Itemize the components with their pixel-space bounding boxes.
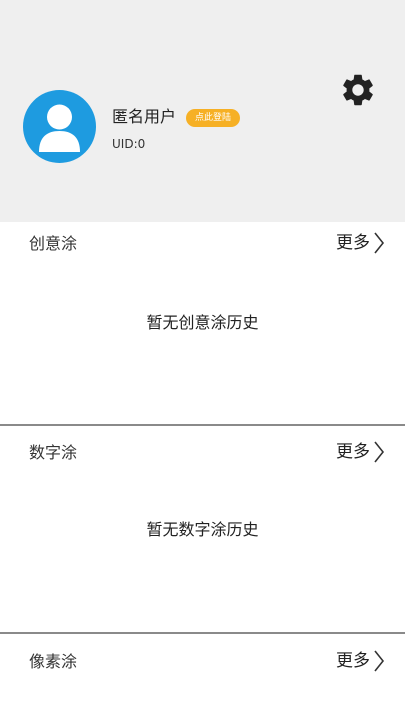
empty-state-creative: 暂无创意涂历史	[146, 313, 259, 332]
avatar[interactable]	[23, 90, 96, 163]
more-button-pixel[interactable]: 更多	[336, 648, 385, 674]
section-title-creative: 创意涂	[29, 234, 78, 253]
settings-button[interactable]	[339, 71, 377, 109]
chevron-right-icon	[374, 441, 385, 463]
divider	[0, 424, 405, 426]
divider	[0, 632, 405, 634]
empty-state-number: 暂无数字涂历史	[146, 520, 259, 539]
more-label: 更多	[336, 651, 370, 671]
gear-icon	[343, 74, 373, 106]
user-avatar-icon	[39, 104, 80, 152]
section-title-pixel: 像素涂	[29, 652, 78, 671]
chevron-right-icon	[374, 232, 385, 254]
login-button[interactable]: 点此登陆	[186, 109, 241, 127]
profile-header: 匿名用户 点此登陆 UID:0	[0, 0, 405, 222]
more-button-number[interactable]: 更多	[336, 439, 385, 465]
user-id: UID:0	[112, 137, 146, 151]
section-title-number: 数字涂	[29, 443, 78, 462]
username: 匿名用户	[112, 107, 177, 126]
chevron-right-icon	[374, 650, 385, 672]
more-label: 更多	[336, 442, 370, 462]
more-button-creative[interactable]: 更多	[336, 230, 385, 256]
more-label: 更多	[336, 233, 370, 253]
